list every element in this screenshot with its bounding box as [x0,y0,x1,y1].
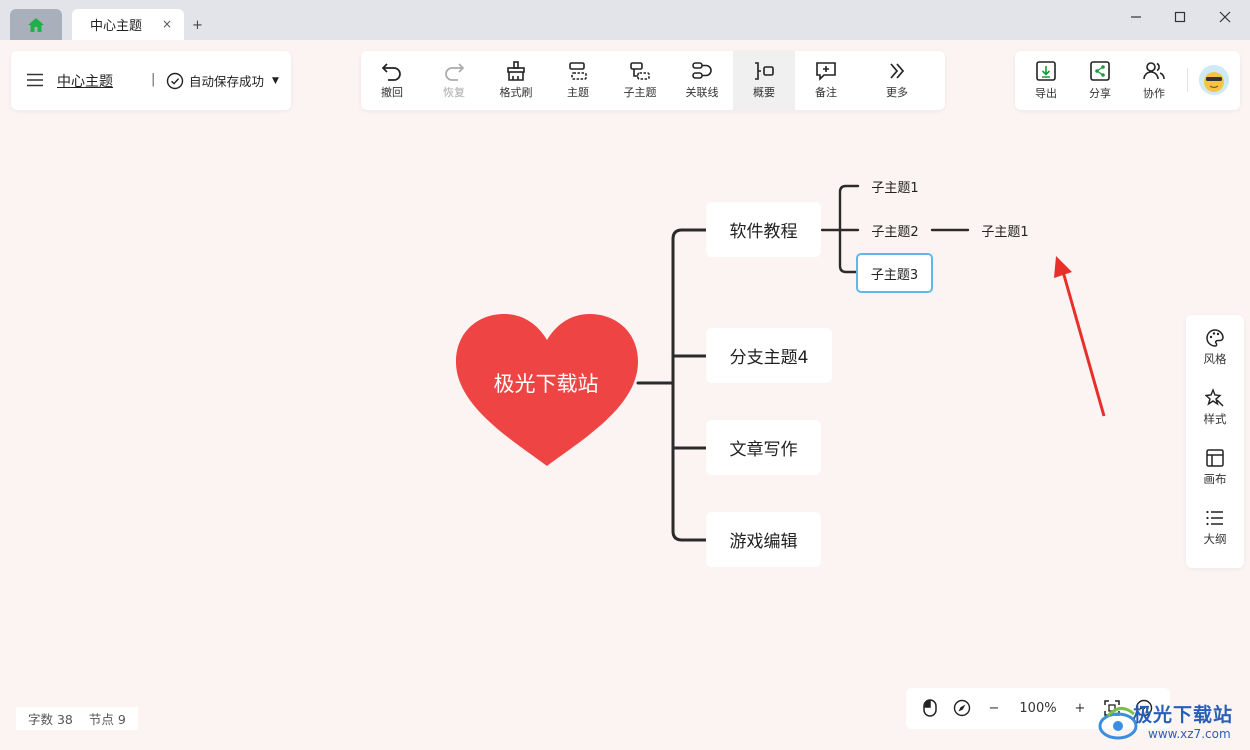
zoom-out-button[interactable]: − [986,698,1002,718]
summary-icon [755,62,774,80]
document-panel: 中心主题 | 自动保存成功 ▼ [11,51,291,110]
subtopic-node-3-selected[interactable]: 子主题3 [856,253,933,293]
format-brush-button[interactable]: 格式刷 [485,51,547,110]
summary-button[interactable]: 概要 [733,51,795,110]
node-count: 节点 9 [88,712,126,727]
format-brush-icon [507,61,525,81]
close-window-button[interactable] [1210,6,1240,28]
note-icon [816,62,836,81]
document-tab[interactable]: 中心主题 × [72,9,184,40]
close-icon [1219,11,1231,23]
chevron-down-icon: ▼ [272,75,279,86]
theme-style-label: 风格 [1203,351,1227,366]
redo-label: 恢复 [443,86,465,99]
user-avatar-icon [1199,65,1229,95]
more-icon [890,63,905,79]
save-status-text: 自动保存成功 [189,74,265,89]
avatar[interactable] [1199,65,1229,95]
theme-style-button[interactable]: 风格 [1186,317,1244,377]
locate-button[interactable] [952,698,972,718]
format-brush-label: 格式刷 [499,86,533,99]
watermark-text: 极光下载站 [1133,704,1234,726]
export-label: 导出 [1035,87,1057,100]
palette-icon [1206,328,1224,347]
maximize-icon [1174,11,1186,23]
separator: | [151,72,156,87]
subtopic-node-1[interactable]: 子主题1 [860,176,930,196]
list-icon [1206,510,1223,525]
subtopic-node-2[interactable]: 子主题2 [860,220,930,240]
sub-subtopic-node-1[interactable]: 子主题1 [970,220,1040,240]
annotation-arrow [1054,256,1106,417]
outline-label: 大纲 [1203,531,1227,546]
subtopic-button[interactable]: 子主题 [609,51,671,110]
navigation-icon [953,699,971,717]
mouse-mode-button[interactable] [920,698,940,718]
side-panel: 风格 样式 画布 大纲 [1186,315,1244,568]
style-label: 样式 [1203,411,1227,426]
canvas-button[interactable]: 画布 [1186,437,1244,497]
minimize-button[interactable] [1121,6,1151,28]
maximize-button[interactable] [1165,6,1195,28]
redo-icon [445,63,465,81]
home-icon [28,17,44,32]
outline-button[interactable]: 大纲 [1186,497,1244,557]
divider [1187,68,1188,92]
users-icon [1143,62,1165,80]
home-tab[interactable] [10,9,62,40]
relation-line-icon [692,62,712,79]
canvas-layout-icon [1206,448,1224,467]
canvas-label: 画布 [1203,471,1227,486]
share-icon [1090,61,1110,81]
undo-icon [381,63,401,81]
relation-line-button[interactable]: 关联线 [671,51,733,110]
share-label: 分享 [1089,87,1111,100]
new-tab-button[interactable]: + [192,18,203,33]
tab-close-icon[interactable]: × [162,17,172,31]
save-status-dropdown[interactable]: 自动保存成功 ▼ [166,71,279,90]
branch-node-topic4[interactable]: 分支主题4 [706,328,832,383]
undo-label: 撤回 [381,86,403,99]
share-panel: 导出 分享 协作 [1015,51,1240,110]
document-stats: 字数 38 节点 9 [16,707,138,730]
hamburger-menu-icon[interactable] [26,71,44,89]
magic-wand-icon [1205,387,1224,407]
topic-button[interactable]: 主题 [547,51,609,110]
title-bar: 中心主题 × + [0,0,1250,40]
share-button[interactable]: 分享 [1073,51,1127,110]
central-topic-label[interactable]: 极光下载站 [456,368,636,398]
more-button[interactable]: 更多 [857,51,937,110]
collaborate-label: 协作 [1143,87,1165,100]
undo-button[interactable]: 撤回 [361,51,423,110]
zoom-level: 100% [1019,700,1057,716]
subtopic-label: 子主题 [623,86,657,99]
export-button[interactable]: 导出 [1019,51,1073,110]
download-icon [1036,61,1056,81]
tab-title: 中心主题 [90,19,143,34]
subtopic-icon [630,62,650,80]
summary-label: 概要 [753,86,775,99]
branch-node-software-tutorial[interactable]: 软件教程 [706,202,821,257]
watermark-url: www.xz7.com [1148,727,1231,741]
note-label: 备注 [815,86,837,99]
main-toolbar: 撤回 恢复 格式刷 主题 子主题 关联线 概要 备注 更多 [361,51,945,110]
branch-node-article-writing[interactable]: 文章写作 [706,420,821,475]
topic-label: 主题 [567,86,589,99]
redo-button[interactable]: 恢复 [423,51,485,110]
minimize-icon [1131,16,1141,18]
style-button[interactable]: 样式 [1186,377,1244,437]
branch-node-game-editing[interactable]: 游戏编辑 [706,512,821,567]
document-title[interactable]: 中心主题 [57,71,113,91]
note-button[interactable]: 备注 [795,51,857,110]
mouse-icon [923,699,937,717]
zoom-in-button[interactable]: + [1072,698,1088,718]
relation-line-label: 关联线 [685,86,719,99]
check-circle-icon [166,72,184,89]
word-count: 字数 38 [28,712,73,727]
topic-icon [569,62,587,80]
collaborate-button[interactable]: 协作 [1127,51,1181,110]
more-label: 更多 [886,86,908,99]
